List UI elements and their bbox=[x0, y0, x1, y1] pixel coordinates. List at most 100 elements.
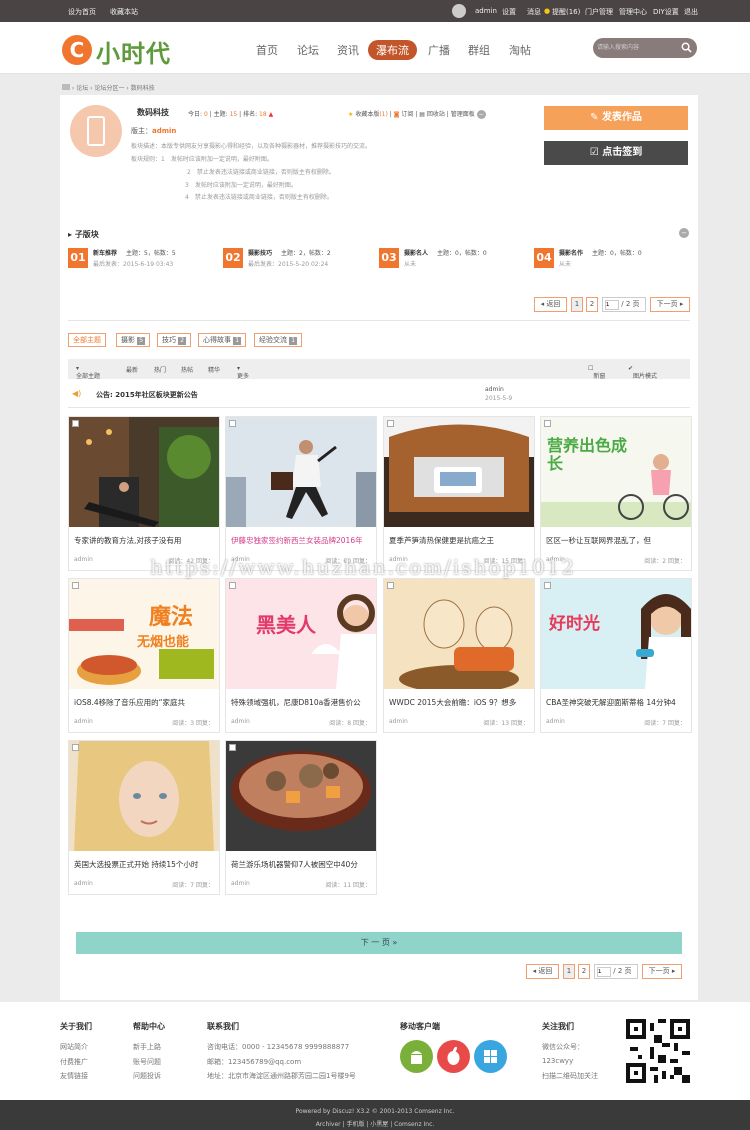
newwin-checkbox[interactable]: ☐ 新窗 bbox=[588, 365, 605, 380]
subscribe-link[interactable]: 订阅 bbox=[401, 111, 413, 118]
select-checkbox[interactable] bbox=[72, 744, 79, 751]
messages-link[interactable]: 消息 bbox=[527, 7, 541, 17]
post-title[interactable]: 特殊领域强机，尼康D810a香港售价公 bbox=[231, 697, 373, 708]
post-image[interactable] bbox=[69, 741, 219, 851]
subforum-item[interactable]: 02 摄影技巧 主题：2，帖数：2 最后发表：2015-5-20 02:24 bbox=[223, 246, 373, 270]
page-2[interactable]: 2 bbox=[578, 964, 590, 979]
select-checkbox[interactable] bbox=[544, 420, 551, 427]
page-input[interactable] bbox=[597, 967, 611, 977]
footer-link[interactable]: 网站简介 bbox=[60, 1042, 88, 1052]
notice-row[interactable]: 公告: 2015年社区板块更新公告 bbox=[96, 390, 198, 400]
next-page-button[interactable]: 下一页 ▸ bbox=[642, 964, 682, 979]
post-card[interactable]: 夏季芦笋清热保健更是抗癌之王 admin 阅读：15 回复： bbox=[383, 416, 535, 571]
subforum-name[interactable]: 新车推荐 bbox=[93, 248, 117, 257]
logo-icon[interactable]: C bbox=[62, 35, 92, 65]
post-card[interactable]: WWDC 2015大会前瞻：iOS 9？想多 admin 阅读：13 回复： bbox=[383, 578, 535, 733]
post-image[interactable] bbox=[384, 579, 534, 689]
subforum-name[interactable]: 摄影名作 bbox=[559, 248, 583, 257]
subforum-name[interactable]: 摄影名人 bbox=[404, 248, 428, 257]
nav-home[interactable]: 首页 bbox=[256, 42, 278, 58]
footer-link[interactable]: 友情链接 bbox=[60, 1071, 88, 1081]
post-title[interactable]: WWDC 2015大会前瞻：iOS 9？想多 bbox=[389, 697, 531, 708]
breadcrumb-zone[interactable]: 论坛分区一 bbox=[94, 85, 124, 92]
post-author[interactable]: admin bbox=[546, 718, 565, 725]
post-author[interactable]: admin bbox=[74, 556, 93, 563]
select-checkbox[interactable] bbox=[387, 420, 394, 427]
select-checkbox[interactable] bbox=[229, 744, 236, 751]
select-checkbox[interactable] bbox=[544, 582, 551, 589]
filter-hot[interactable]: 热门 bbox=[154, 365, 166, 374]
reminders-link[interactable]: 提醒(16) bbox=[552, 7, 580, 17]
manage-link[interactable]: 管理面板 bbox=[451, 111, 475, 118]
admin-center-link[interactable]: 管理中心 bbox=[619, 7, 647, 17]
post-author[interactable]: admin bbox=[231, 718, 250, 725]
notice-title[interactable]: 2015年社区板块更新公告 bbox=[115, 391, 197, 399]
bottom-links[interactable]: Archiver | 手机版 | 小黑屋 | Comsenz Inc. bbox=[0, 1119, 750, 1128]
post-image[interactable] bbox=[384, 417, 534, 527]
username-link[interactable]: admin bbox=[475, 7, 497, 15]
filter-all[interactable]: 全部主题 ▾ bbox=[76, 365, 100, 380]
bookmark-link[interactable]: 收藏本站 bbox=[110, 7, 138, 17]
search-icon[interactable] bbox=[681, 42, 692, 53]
post-card[interactable]: 伊藤忠独家签约新西兰女装品牌2016年 admin 阅读：60 回复： bbox=[225, 416, 377, 571]
post-author[interactable]: admin bbox=[74, 880, 93, 887]
page-2[interactable]: 2 bbox=[586, 297, 598, 312]
recycle-link[interactable]: 回收站 bbox=[427, 111, 445, 118]
collapse-subforum-icon[interactable]: − bbox=[679, 228, 689, 238]
tab-all[interactable]: 全部主题 bbox=[68, 333, 106, 347]
post-image[interactable]: 魔法 无烟也能 bbox=[69, 579, 219, 689]
diy-link[interactable]: DIY设置 bbox=[653, 7, 679, 17]
nav-news[interactable]: 资讯 bbox=[337, 42, 359, 58]
tab-experience[interactable]: 经验交流 1 bbox=[254, 333, 303, 347]
post-title[interactable]: 区区一秒让互联网界混乱了，但 bbox=[546, 535, 688, 546]
footer-link[interactable]: 新手上路 bbox=[133, 1042, 161, 1052]
filter-digest[interactable]: 精华 bbox=[208, 365, 220, 374]
footer-link[interactable]: 账号问题 bbox=[133, 1057, 161, 1067]
select-checkbox[interactable] bbox=[387, 582, 394, 589]
signin-button[interactable]: ☑ 点击签到 bbox=[544, 141, 688, 165]
select-checkbox[interactable] bbox=[229, 420, 236, 427]
post-author[interactable]: admin bbox=[231, 880, 250, 887]
collapse-icon[interactable]: − bbox=[476, 110, 486, 119]
search-input[interactable] bbox=[597, 41, 677, 55]
android-icon[interactable] bbox=[400, 1040, 433, 1073]
subforum-item[interactable]: 01 新车推荐 主题：5，帖数：5 最后发表：2015-6-19 03:43 bbox=[68, 246, 218, 270]
footer-link[interactable]: 问题投诉 bbox=[133, 1071, 161, 1081]
breadcrumb-forum[interactable]: 论坛 bbox=[76, 85, 88, 92]
nav-groups[interactable]: 群组 bbox=[468, 42, 490, 58]
post-image[interactable]: 好时光 bbox=[541, 579, 691, 689]
select-checkbox[interactable] bbox=[72, 582, 79, 589]
post-image[interactable] bbox=[226, 741, 376, 851]
select-checkbox[interactable] bbox=[72, 420, 79, 427]
tab-photography[interactable]: 摄影 5 bbox=[116, 333, 151, 347]
post-card[interactable]: 荷兰游乐场机器警仰7人被困空中40分 admin 阅读：11 回复： bbox=[225, 740, 377, 895]
page-1[interactable]: 1 bbox=[571, 297, 583, 312]
load-more-button[interactable]: 下 一 页 » bbox=[76, 932, 682, 954]
footer-link[interactable]: 付费推广 bbox=[60, 1057, 88, 1067]
pager-back-button[interactable]: ◂ 返回 bbox=[534, 297, 567, 312]
favorite-link[interactable]: 收藏本版 bbox=[355, 111, 379, 118]
post-title[interactable]: 英国大选投票正式开始 持续15个小时 bbox=[74, 859, 216, 870]
nav-broadcast[interactable]: 广播 bbox=[428, 42, 450, 58]
post-author[interactable]: admin bbox=[389, 718, 408, 725]
post-card[interactable]: 营养出色成长 区区一秒让互联网界混乱了，但 admin 阅读：2 回复： bbox=[540, 416, 692, 571]
post-card[interactable]: 好时光 CBA圣神突破无解迎面斯蒂格 14分钟4 admin 阅读：7 回复： bbox=[540, 578, 692, 733]
nav-waterfall[interactable]: 瀑布流 bbox=[368, 40, 417, 60]
filter-more[interactable]: 更多 ▾ bbox=[237, 365, 249, 380]
post-image[interactable] bbox=[69, 417, 219, 527]
subforum-name[interactable]: 摄影技巧 bbox=[248, 248, 272, 257]
tab-stories[interactable]: 心得故事 1 bbox=[198, 333, 247, 347]
post-author[interactable]: admin bbox=[74, 718, 93, 725]
home-icon[interactable] bbox=[62, 84, 70, 90]
next-page-button[interactable]: 下一页 ▸ bbox=[650, 297, 690, 312]
tab-tips[interactable]: 技巧 2 bbox=[157, 333, 192, 347]
filter-latest[interactable]: 最新 bbox=[126, 365, 138, 374]
post-title[interactable]: 夏季芦笋清热保健更是抗癌之王 bbox=[389, 535, 531, 546]
settings-link[interactable]: 设置 bbox=[502, 7, 516, 17]
nav-taotie[interactable]: 淘帖 bbox=[509, 42, 531, 58]
subforum-item[interactable]: 03 摄影名人 主题：0，帖数：0 从未 bbox=[379, 246, 529, 270]
subforum-title[interactable]: ▸ 子版块 bbox=[68, 229, 99, 240]
portal-mgmt-link[interactable]: 门户管理 bbox=[585, 7, 613, 17]
moderator-link[interactable]: admin bbox=[152, 127, 176, 135]
filter-hotpost[interactable]: 热帖 bbox=[181, 365, 193, 374]
